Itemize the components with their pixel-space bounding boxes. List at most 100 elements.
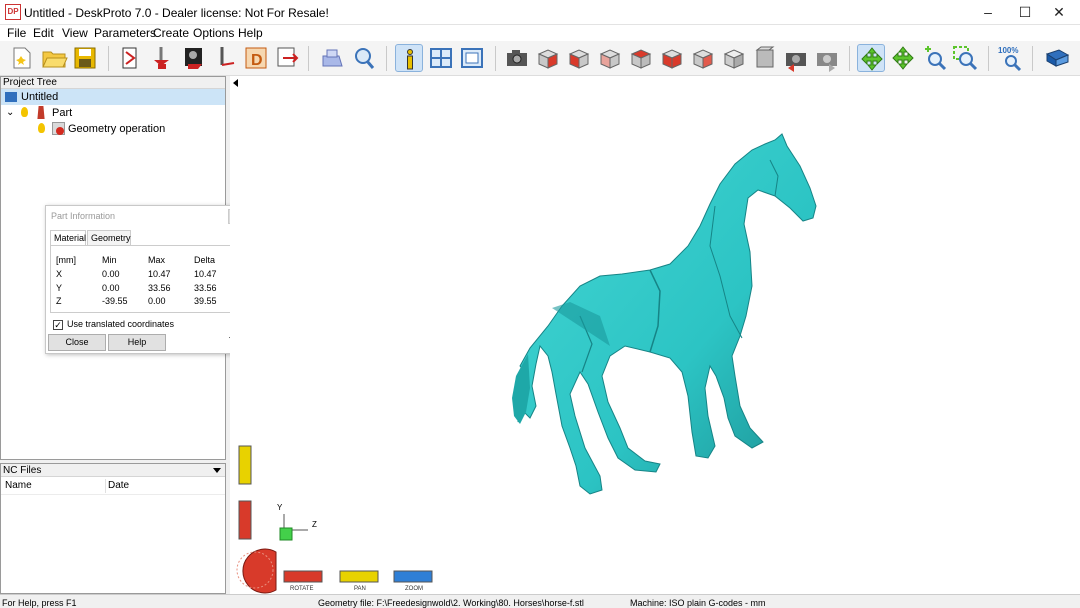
nc-files-columns: Name Date xyxy=(1,477,225,495)
toolbar-separator xyxy=(108,46,109,71)
table-header: Delta xyxy=(194,255,216,265)
zoom-100-icon[interactable]: 100% xyxy=(997,44,1025,72)
axis-label-y: Y xyxy=(277,503,283,512)
close-window-button[interactable]: ✕ xyxy=(1036,0,1080,25)
tab-material[interactable]: Material xyxy=(50,230,86,245)
zoom-label: ZOOM xyxy=(405,586,423,592)
menu-options[interactable]: Options xyxy=(193,26,234,40)
table-cell: 0.00 xyxy=(102,283,120,293)
window-title: Untitled - DeskProto 7.0 - Dealer licens… xyxy=(24,6,329,20)
book-icon[interactable] xyxy=(1043,44,1071,72)
zoom-window-icon[interactable] xyxy=(951,44,979,72)
help-button[interactable]: Help xyxy=(108,334,166,351)
rotate-slider[interactable] xyxy=(283,570,323,583)
camera-icon[interactable] xyxy=(503,44,531,72)
rotate-dial[interactable] xyxy=(236,548,277,594)
rotate-icon[interactable] xyxy=(857,44,885,72)
horse-model[interactable] xyxy=(512,133,817,495)
part-information-dialog: Part Information Material Geometry [mm] … xyxy=(45,205,246,354)
3d-viewport[interactable]: Y Z ROTATE PAN ZOOM xyxy=(230,76,1080,594)
menu-create[interactable]: Create xyxy=(153,26,189,40)
view-iso2-icon[interactable] xyxy=(751,44,779,72)
column-name[interactable]: Name xyxy=(5,477,32,495)
bitmap-wizard-icon[interactable] xyxy=(180,44,208,72)
info-icon[interactable] xyxy=(395,44,423,72)
layer-icon[interactable]: D xyxy=(242,44,270,72)
zoom-100-label: 100% xyxy=(998,46,1018,55)
tree-item-geometry-operation[interactable]: Geometry operation xyxy=(1,121,225,137)
minimize-icon: – xyxy=(984,4,992,20)
view-right-icon[interactable] xyxy=(627,44,655,72)
toolbar-separator xyxy=(988,46,989,71)
horizontal-sliders: ROTATE PAN ZOOM xyxy=(283,570,433,592)
column-date[interactable]: Date xyxy=(108,477,129,495)
toolbar-separator xyxy=(1032,46,1033,71)
toolbar-separator xyxy=(849,46,850,71)
table-header: [mm] xyxy=(56,255,76,265)
open-folder-icon[interactable] xyxy=(40,44,68,72)
axis-origin-cube xyxy=(279,527,293,541)
app-logo-icon: DP xyxy=(5,4,21,20)
redo-view-icon[interactable] xyxy=(813,44,841,72)
lightbulb-icon[interactable] xyxy=(38,123,45,133)
new-file-icon[interactable] xyxy=(8,44,36,72)
title-bar: DP Untitled - DeskProto 7.0 - Dealer lic… xyxy=(0,0,1080,25)
menu-help[interactable]: Help xyxy=(238,26,263,40)
menu-parameters[interactable]: Parameters xyxy=(94,26,156,40)
menu-view[interactable]: View xyxy=(62,26,88,40)
checkbox-label: Use translated coordinates xyxy=(67,319,175,329)
tree-item-part[interactable]: ⌄ Part xyxy=(1,105,225,121)
lightbulb-icon[interactable] xyxy=(21,107,28,117)
vertical-pan-slider[interactable] xyxy=(238,445,252,485)
table-cell: X xyxy=(56,269,63,279)
menu-file[interactable]: File xyxy=(7,26,26,40)
view-back-icon[interactable] xyxy=(565,44,593,72)
tree-item-label: Geometry operation xyxy=(68,123,166,135)
dropdown-arrow-icon[interactable] xyxy=(213,468,221,473)
magnifier-icon[interactable] xyxy=(349,44,377,72)
tree-item-untitled[interactable]: Untitled xyxy=(1,89,225,105)
vector-wizard-icon[interactable] xyxy=(148,44,176,72)
view-bottom-icon[interactable] xyxy=(689,44,717,72)
view-left-icon[interactable] xyxy=(596,44,624,72)
table-cell: 39.55 xyxy=(194,296,217,306)
part-wizard-icon[interactable] xyxy=(117,44,145,72)
toolbar-separator xyxy=(386,46,387,71)
export-icon[interactable] xyxy=(273,44,301,72)
axis-label-z: Z xyxy=(312,520,317,529)
menu-edit[interactable]: Edit xyxy=(33,26,54,40)
layout-icon[interactable] xyxy=(427,44,455,72)
axis-indicator: Y Z xyxy=(277,503,317,541)
view-iso-icon[interactable] xyxy=(720,44,748,72)
paint-icon[interactable] xyxy=(318,44,346,72)
tree-item-label: Part xyxy=(52,107,73,119)
pan-slider[interactable] xyxy=(339,570,379,583)
translated-coordinates-checkbox[interactable]: ✓ xyxy=(53,320,63,330)
undo-view-icon[interactable] xyxy=(782,44,810,72)
view-top-icon[interactable] xyxy=(658,44,686,72)
frame-icon[interactable] xyxy=(458,44,486,72)
chevron-down-icon[interactable]: ⌄ xyxy=(6,105,14,121)
save-icon[interactable] xyxy=(71,44,99,72)
table-cell: 0.00 xyxy=(102,269,120,279)
tab-geometry[interactable]: Geometry xyxy=(87,230,131,245)
table-cell: -39.55 xyxy=(102,296,128,306)
zoom-slider[interactable] xyxy=(393,570,433,583)
menu-bar: File Edit View Parameters Create Options… xyxy=(0,25,1080,41)
maximize-icon: ☐ xyxy=(1018,4,1032,20)
vertical-rotate-slider[interactable] xyxy=(238,500,252,540)
dimension-table: [mm] Min Max Delta X 0.00 10.47 10.47 Y … xyxy=(50,245,242,313)
zoom-in-icon[interactable] xyxy=(920,44,948,72)
move-icon[interactable] xyxy=(889,44,917,72)
table-cell: 33.56 xyxy=(148,283,171,293)
project-tree-header: Project Tree xyxy=(1,77,225,89)
table-cell: Z xyxy=(56,296,62,306)
close-button[interactable]: Close xyxy=(48,334,106,351)
tree-item-label: Untitled xyxy=(21,91,59,103)
error-icon xyxy=(56,127,64,135)
column-divider[interactable] xyxy=(105,479,106,493)
dialog-title: Part Information xyxy=(51,211,116,221)
view-front-icon[interactable] xyxy=(534,44,562,72)
project-icon xyxy=(5,92,17,102)
drill-wizard-icon[interactable] xyxy=(211,44,239,72)
